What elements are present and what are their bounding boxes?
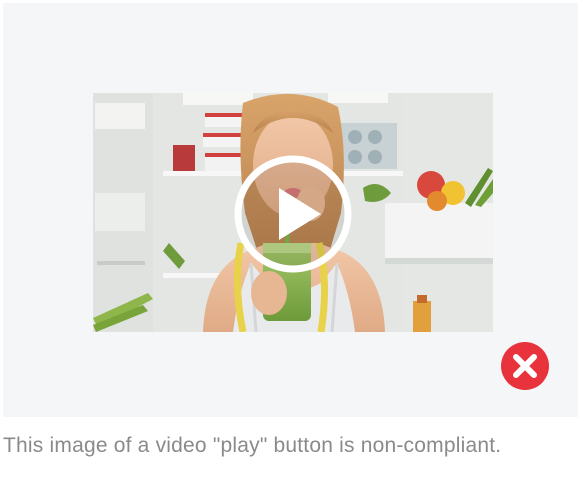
video-play-button[interactable]	[231, 152, 355, 276]
video-thumbnail-image	[93, 93, 493, 332]
caption-text: This image of a video "play" button is n…	[3, 434, 502, 457]
play-icon	[234, 155, 352, 273]
close-circle-icon	[500, 341, 550, 391]
example-panel	[3, 3, 578, 417]
non-compliant-status-icon	[501, 342, 549, 390]
